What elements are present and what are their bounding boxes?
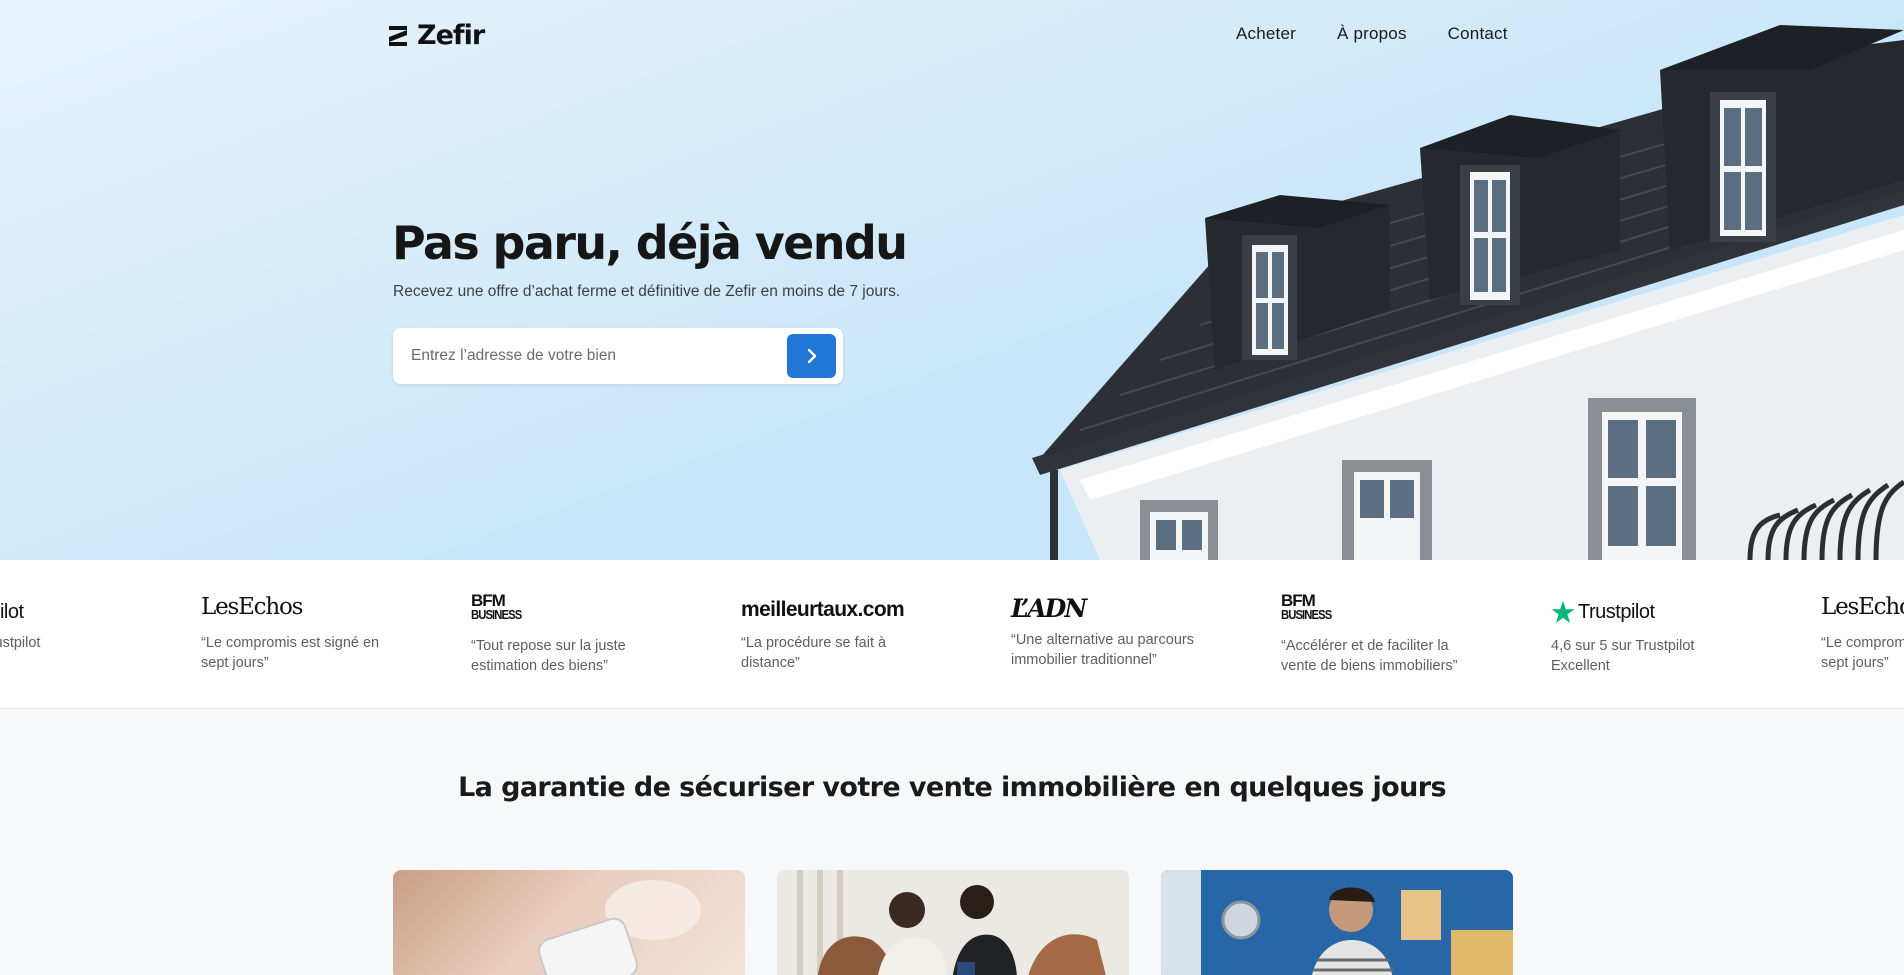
press-quote: “La procédure se fait à distance” xyxy=(741,635,887,671)
hero-section: Zefir Acheter À propos Contact Pas paru,… xyxy=(0,0,1904,560)
press-quote-line: 4,6 sur 5 sur Trustpilot xyxy=(1551,638,1695,654)
brand-logo[interactable]: Zefir xyxy=(387,20,485,51)
top-navbar: Zefir Acheter À propos Contact xyxy=(0,0,1904,70)
bfm-logo-text: BFM xyxy=(471,591,506,610)
main-nav: Acheter À propos Contact xyxy=(1236,24,1508,44)
press-logo-text: Trustpilot xyxy=(0,600,24,623)
press-quote: “Le compromis est signé en sept jours” xyxy=(1821,635,1904,671)
address-search-input[interactable] xyxy=(411,328,771,384)
feature-card-image-man[interactable] xyxy=(1161,870,1513,975)
press-quote: 4,6 sur 5 sur Trustpilot xyxy=(0,635,41,651)
nav-link-a-propos[interactable]: À propos xyxy=(1337,24,1407,44)
nav-link-contact[interactable]: Contact xyxy=(1448,24,1508,44)
hero-subtitle: Recevez une offre d’achat ferme et défin… xyxy=(393,283,901,300)
man-photo-image xyxy=(1161,870,1513,975)
trustpilot-logo: Trustpilot xyxy=(1551,596,1655,628)
hero-title: Pas paru, déjà vendu xyxy=(392,216,908,270)
section-title: La garantie de sécuriser votre vente imm… xyxy=(458,772,1446,803)
nav-link-acheter[interactable]: Acheter xyxy=(1236,24,1296,44)
zefir-logo-icon xyxy=(389,25,407,46)
press-logo-text: Trustpilot xyxy=(1578,600,1655,623)
meilleurtaux-logo: meilleurtaux.com xyxy=(741,598,905,621)
bfm-business-logo: BFM BUSINESS xyxy=(1281,591,1337,626)
lesechos-logo: LesEchos xyxy=(1821,594,1904,620)
address-search-box xyxy=(393,328,843,384)
press-quote-line: Excellent xyxy=(1551,658,1610,674)
bfm-logo-subtext: BUSINESS xyxy=(1281,608,1332,622)
people-photo-image xyxy=(777,870,1129,975)
trustpilot-star-icon xyxy=(1551,600,1575,623)
address-search-submit-button[interactable] xyxy=(787,334,836,378)
trustpilot-logo: Trustpilot xyxy=(0,596,24,628)
feature-card-image-people[interactable] xyxy=(777,870,1129,975)
press-strip: Trustpilot 4,6 sur 5 sur Trustpilot LesE… xyxy=(0,560,1904,709)
press-quote: 4,6 sur 5 sur Trustpilot Excellent xyxy=(1551,636,1761,676)
hero-house-image xyxy=(1032,25,1904,560)
feature-card-image-phone[interactable] xyxy=(393,870,745,975)
lesechos-logo: LesEchos xyxy=(201,594,303,620)
phone-photo-image xyxy=(538,880,701,975)
bfm-logo-subtext: BUSINESS xyxy=(471,608,522,622)
bfm-business-logo: BFM BUSINESS xyxy=(471,591,527,626)
bfm-logo-text: BFM xyxy=(1281,591,1316,610)
press-quote: “Accélérer et de faciliter la vente de b… xyxy=(1281,638,1458,674)
press-quote: “Le compromis est signé en sept jours” xyxy=(201,635,380,671)
brand-name: Zefir xyxy=(417,20,485,51)
ladn-logo: L’ADN xyxy=(1011,594,1087,623)
press-quote: “Tout repose sur la juste estimation des… xyxy=(471,638,626,674)
chevron-right-icon xyxy=(807,348,816,364)
press-quote: “Une alternative au parcours immobilier … xyxy=(1011,632,1194,668)
